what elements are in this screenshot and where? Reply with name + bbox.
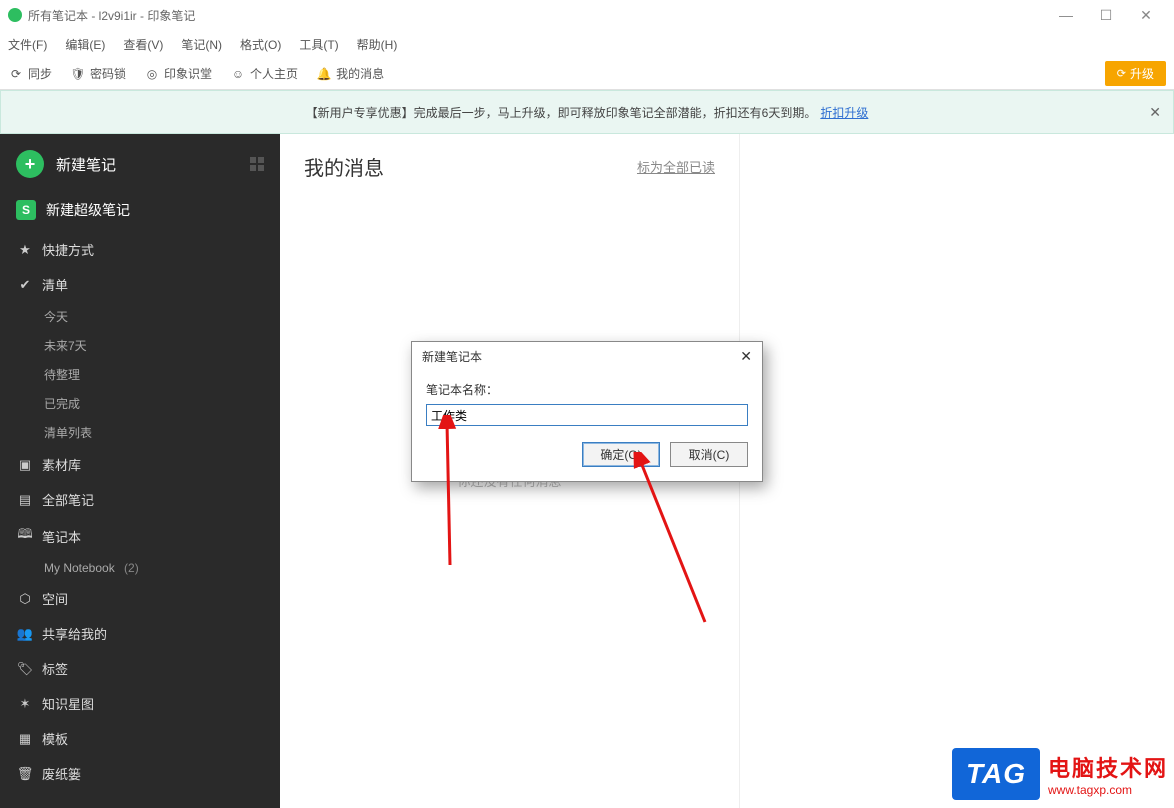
watermark: TAG 电脑技术网 www.tagxp.com bbox=[952, 748, 1168, 800]
window-titlebar: 所有笔记本 - l2v9i1ir - 印象笔记 — ☐ ✕ bbox=[0, 0, 1174, 30]
upgrade-button[interactable]: 升级 bbox=[1105, 61, 1166, 86]
promo-text: 【新用户专享优惠】完成最后一步，马上升级，即可释放印象笔记全部潜能，折扣还有6天… bbox=[306, 104, 817, 121]
sidebar-item-material[interactable]: ▣ 素材库 bbox=[0, 447, 280, 482]
annotation-arrow-left bbox=[420, 415, 480, 575]
menubar: 文件(F) 编辑(E) 查看(V) 笔记(N) 格式(O) 工具(T) 帮助(H… bbox=[0, 30, 1174, 58]
lock-button[interactable]: 🛡 密码锁 bbox=[70, 65, 126, 82]
bell-icon: 🔔 bbox=[316, 66, 332, 82]
menu-help[interactable]: 帮助(H) bbox=[357, 36, 398, 53]
profile-button[interactable]: ☺ 个人主页 bbox=[230, 65, 298, 82]
annotation-arrow-right bbox=[625, 452, 715, 632]
notebook-icon: 🕮 bbox=[16, 525, 34, 547]
sidebar-item-allnotes[interactable]: ▤ 全部笔记 bbox=[0, 482, 280, 517]
trash-icon: 🗑 bbox=[16, 766, 34, 782]
target-icon: ◎ bbox=[144, 66, 160, 82]
classroom-button[interactable]: ◎ 印象识堂 bbox=[144, 65, 212, 82]
window-title: 所有笔记本 - l2v9i1ir - 印象笔记 bbox=[28, 7, 195, 24]
sidebar-sub-mynotebook[interactable]: My Notebook (2) bbox=[0, 555, 280, 581]
sidebar-item-space[interactable]: ⬡ 空间 bbox=[0, 581, 280, 616]
menu-tools[interactable]: 工具(T) bbox=[299, 36, 338, 53]
user-icon: ☺ bbox=[230, 66, 246, 82]
dialog-close-icon[interactable]: ✕ bbox=[740, 348, 752, 365]
dialog-title: 新建笔记本 bbox=[422, 348, 482, 365]
atom-icon: ✶ bbox=[16, 696, 34, 712]
promo-close-icon[interactable]: ✕ bbox=[1149, 104, 1161, 121]
promo-link[interactable]: 折扣升级 bbox=[820, 104, 868, 121]
sidebar-sub-done[interactable]: 已完成 bbox=[0, 389, 280, 418]
box-icon: ▣ bbox=[16, 457, 34, 473]
new-note-button[interactable]: + 新建笔记 bbox=[0, 140, 280, 188]
app-icon bbox=[8, 8, 22, 22]
menu-note[interactable]: 笔记(N) bbox=[181, 36, 222, 53]
plus-icon: + bbox=[16, 150, 44, 178]
promo-banner: 【新用户专享优惠】完成最后一步，马上升级，即可释放印象笔记全部潜能，折扣还有6天… bbox=[0, 90, 1174, 134]
sidebar-item-shared[interactable]: 👥 共享给我的 bbox=[0, 616, 280, 651]
sidebar-sub-list[interactable]: 清单列表 bbox=[0, 418, 280, 447]
watermark-line1: 电脑技术网 bbox=[1048, 751, 1168, 783]
messages-button[interactable]: 🔔 我的消息 bbox=[316, 65, 384, 82]
menu-file[interactable]: 文件(F) bbox=[8, 36, 47, 53]
new-super-note-button[interactable]: S 新建超级笔记 bbox=[0, 188, 280, 232]
sidebar-item-tags[interactable]: 🏷 标签 bbox=[0, 651, 280, 686]
sync-button[interactable]: ⟳ 同步 bbox=[8, 65, 52, 82]
cube-icon: ⬡ bbox=[16, 591, 34, 607]
detail-panel bbox=[740, 134, 1174, 808]
tag-icon: 🏷 bbox=[16, 661, 34, 677]
watermark-tag: TAG bbox=[952, 748, 1040, 800]
sidebar-item-trash[interactable]: 🗑 废纸篓 bbox=[0, 756, 280, 791]
sidebar-item-shortcuts[interactable]: ★ 快捷方式 bbox=[0, 232, 280, 267]
sidebar-sub-week[interactable]: 未来7天 bbox=[0, 331, 280, 360]
sidebar-sub-today[interactable]: 今天 bbox=[0, 302, 280, 331]
sidebar: + 新建笔记 S 新建超级笔记 ★ 快捷方式 ✔ 清单 今天 未来7天 待整理 … bbox=[0, 134, 280, 808]
shield-icon: 🛡 bbox=[70, 66, 86, 82]
minimize-button[interactable]: — bbox=[1046, 7, 1086, 23]
check-circle-icon: ✔ bbox=[16, 277, 34, 293]
messages-title: 我的消息 bbox=[304, 152, 384, 181]
super-note-icon: S bbox=[16, 200, 36, 220]
template-icon: ▦ bbox=[16, 731, 34, 747]
star-icon: ★ bbox=[16, 242, 34, 258]
sidebar-sub-pending[interactable]: 待整理 bbox=[0, 360, 280, 389]
grid-icon[interactable] bbox=[250, 157, 264, 171]
people-icon: 👥 bbox=[16, 626, 34, 642]
sidebar-item-notebooks[interactable]: 🕮 笔记本 bbox=[0, 517, 280, 555]
sidebar-item-checklist[interactable]: ✔ 清单 bbox=[0, 267, 280, 302]
close-button[interactable]: ✕ bbox=[1126, 7, 1166, 24]
watermark-line2: www.tagxp.com bbox=[1048, 783, 1168, 797]
menu-view[interactable]: 查看(V) bbox=[123, 36, 163, 53]
notebook-name-label: 笔记本名称： bbox=[426, 381, 748, 398]
note-icon: ▤ bbox=[16, 492, 34, 508]
sync-icon: ⟳ bbox=[8, 66, 24, 82]
toolbar: ⟳ 同步 🛡 密码锁 ◎ 印象识堂 ☺ 个人主页 🔔 我的消息 升级 bbox=[0, 58, 1174, 90]
sidebar-item-knowledge[interactable]: ✶ 知识星图 bbox=[0, 686, 280, 721]
maximize-button[interactable]: ☐ bbox=[1086, 7, 1126, 24]
menu-edit[interactable]: 编辑(E) bbox=[65, 36, 105, 53]
mark-all-read-link[interactable]: 标为全部已读 bbox=[637, 157, 715, 176]
sidebar-item-templates[interactable]: ▦ 模板 bbox=[0, 721, 280, 756]
menu-format[interactable]: 格式(O) bbox=[240, 36, 281, 53]
